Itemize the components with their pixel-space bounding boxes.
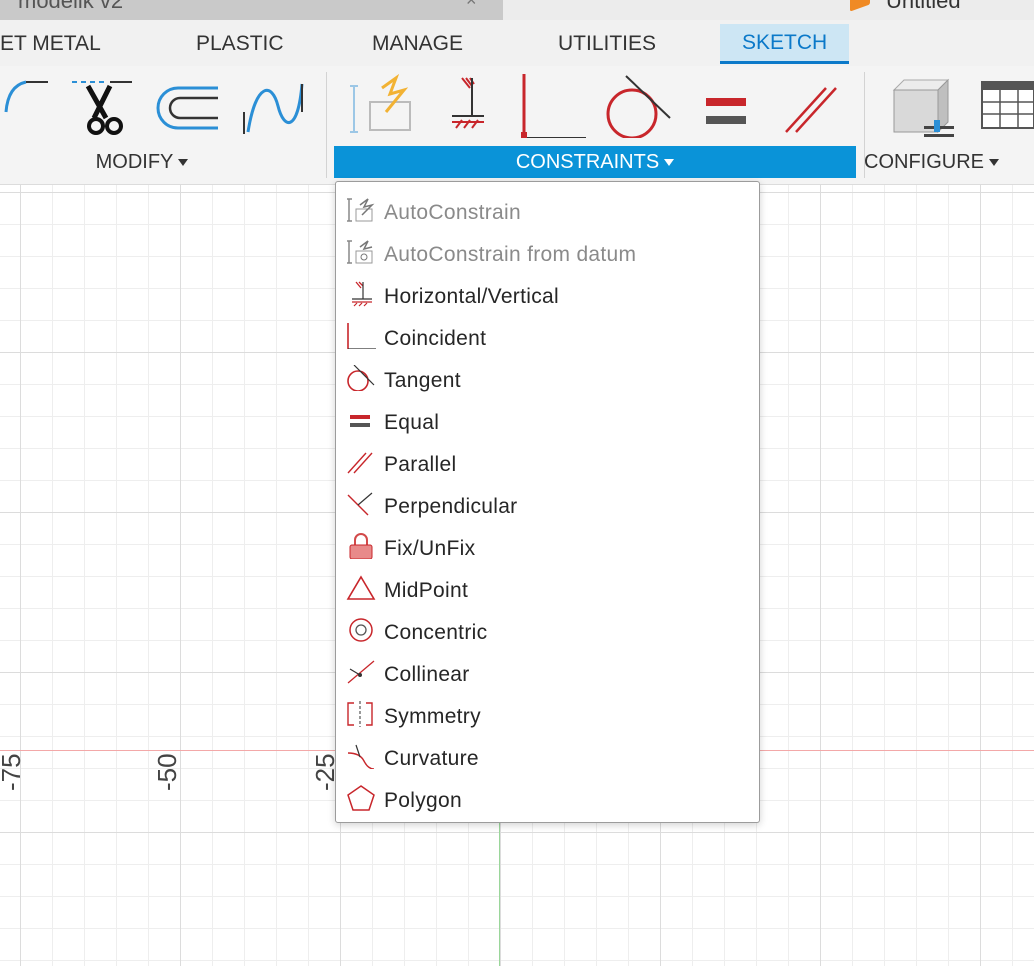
menu-item-label: Concentric xyxy=(384,621,488,644)
document-tab-untitled[interactable]: Untitled xyxy=(846,0,1034,20)
modify-group-button[interactable]: MODIFY xyxy=(82,146,202,178)
tangent-tool-button[interactable] xyxy=(604,72,671,140)
coincident-icon xyxy=(521,74,586,139)
horizontal-vertical-icon xyxy=(452,77,484,129)
symmetry-icon xyxy=(347,701,373,727)
configure-table-button[interactable] xyxy=(976,72,1034,138)
equal-tool-button[interactable] xyxy=(696,72,760,138)
trim-tool-button[interactable] xyxy=(70,72,134,138)
curvature-icon xyxy=(347,744,375,769)
tangent-icon xyxy=(606,75,671,140)
autoconstrain-datum-icon xyxy=(347,240,373,264)
parallel-icon xyxy=(785,87,837,133)
ribbon-separator xyxy=(326,72,327,178)
constraints-dropdown-menu: AutoConstrain AutoConstrain from datum H… xyxy=(335,181,760,823)
configure-cube-icon xyxy=(892,78,954,137)
menu-item-concentric[interactable]: Concentric xyxy=(336,608,759,650)
menu-item-parallel[interactable]: Parallel xyxy=(336,440,759,482)
scissors-icon xyxy=(72,81,132,135)
chevron-down-icon xyxy=(178,159,189,167)
document-tab-bar: modelik v2 × Untitled xyxy=(0,0,1034,22)
polygon-icon xyxy=(347,785,375,811)
menu-item-label: Coincident xyxy=(384,327,487,350)
menu-item-label: Perpendicular xyxy=(384,495,518,518)
menu-item-label: Polygon xyxy=(384,789,462,812)
menu-item-label: Tangent xyxy=(384,369,461,392)
menu-item-label: Equal xyxy=(384,411,440,434)
chevron-down-icon xyxy=(989,159,999,167)
menu-item-fix-unfix[interactable]: Fix/UnFix xyxy=(336,524,759,566)
menu-item-horizontal-vertical[interactable]: Horizontal/Vertical xyxy=(336,272,759,314)
equal-icon xyxy=(350,415,370,427)
concentric-icon xyxy=(349,618,373,642)
menu-item-equal[interactable]: Equal xyxy=(336,398,759,440)
spline-icon xyxy=(243,83,304,134)
constraints-group-label: CONSTRAINTS xyxy=(515,151,660,173)
tangent-icon xyxy=(347,365,375,391)
ruler-label: -50 xyxy=(152,753,182,791)
coincident-tool-button[interactable] xyxy=(516,72,586,139)
menu-item-polygon[interactable]: Polygon xyxy=(336,776,759,818)
document-tab-title: Untitled xyxy=(886,0,961,13)
autoconstrain-tool-button[interactable] xyxy=(346,72,411,138)
toolbar-ribbon: MODIFY CONSTRAINTS CONFIGURE xyxy=(0,66,1034,185)
menu-item-label: MidPoint xyxy=(384,579,469,602)
menu-item-curvature[interactable]: Curvature xyxy=(336,734,759,776)
modify-group-label: MODIFY xyxy=(95,151,174,173)
table-icon xyxy=(981,81,1034,129)
autoconstrain-icon xyxy=(350,73,411,133)
configure-group-label: CONFIGURE xyxy=(864,151,984,173)
menu-item-label: Collinear xyxy=(384,663,470,686)
offset-tool-button[interactable] xyxy=(152,72,218,138)
fillet-tool-button[interactable] xyxy=(0,72,64,138)
autoconstrain-icon xyxy=(347,198,375,222)
configure-parameters-button[interactable] xyxy=(888,72,954,138)
menu-item-label: Fix/UnFix xyxy=(384,537,476,560)
menu-item-label: Curvature xyxy=(384,747,479,770)
perpendicular-icon xyxy=(347,492,373,516)
document-cube-icon xyxy=(850,0,870,12)
spline-tool-button[interactable] xyxy=(238,72,304,138)
menu-item-label: Symmetry xyxy=(384,705,481,728)
collinear-icon xyxy=(347,660,375,684)
coincident-icon xyxy=(347,323,376,349)
tab-sheet-metal[interactable]: ET METAL xyxy=(0,24,101,64)
ruler-label: -75 xyxy=(0,753,26,791)
tab-manage[interactable]: MANAGE xyxy=(372,24,463,64)
midpoint-icon xyxy=(346,575,376,600)
document-tab-title: modelik v2 xyxy=(18,0,124,13)
lock-icon xyxy=(349,533,373,559)
tab-sketch[interactable]: SKETCH xyxy=(720,24,850,64)
parallel-tool-button[interactable] xyxy=(776,72,840,138)
menu-item-collinear[interactable]: Collinear xyxy=(336,650,759,692)
menu-item-autoconstrain[interactable]: AutoConstrain xyxy=(336,188,759,230)
menu-item-label: AutoConstrain from datum xyxy=(384,243,637,266)
close-icon[interactable]: × xyxy=(466,0,477,11)
tab-utilities[interactable]: UTILITIES xyxy=(558,24,656,64)
parallel-icon xyxy=(347,452,373,474)
configure-group-button[interactable]: CONFIGURE xyxy=(862,146,1034,178)
menu-item-symmetry[interactable]: Symmetry xyxy=(336,692,759,734)
menu-item-midpoint[interactable]: MidPoint xyxy=(336,566,759,608)
tab-plastic[interactable]: PLASTIC xyxy=(196,24,284,64)
menu-item-label: Parallel xyxy=(384,453,457,476)
horizontal-vertical-tool-button[interactable] xyxy=(444,72,508,138)
document-tab-active[interactable]: modelik v2 × xyxy=(0,0,503,21)
constraints-group-button[interactable]: CONSTRAINTS xyxy=(334,146,856,178)
menu-item-perpendicular[interactable]: Perpendicular xyxy=(336,482,759,524)
menu-item-coincident[interactable]: Coincident xyxy=(336,314,759,356)
menu-item-label: AutoConstrain xyxy=(384,201,521,224)
fillet-icon xyxy=(4,80,48,113)
horizontal-vertical-icon xyxy=(352,281,372,307)
equal-icon xyxy=(706,98,746,124)
chevron-down-icon xyxy=(664,159,675,167)
menu-item-tangent[interactable]: Tangent xyxy=(336,356,759,398)
offset-icon xyxy=(156,86,218,130)
menu-item-label: Horizontal/Vertical xyxy=(384,285,559,308)
menu-item-autoconstrain-from-datum[interactable]: AutoConstrain from datum xyxy=(336,230,759,272)
ribbon-tab-row: ET METAL PLASTIC MANAGE UTILITIES SKETCH xyxy=(0,20,1034,66)
